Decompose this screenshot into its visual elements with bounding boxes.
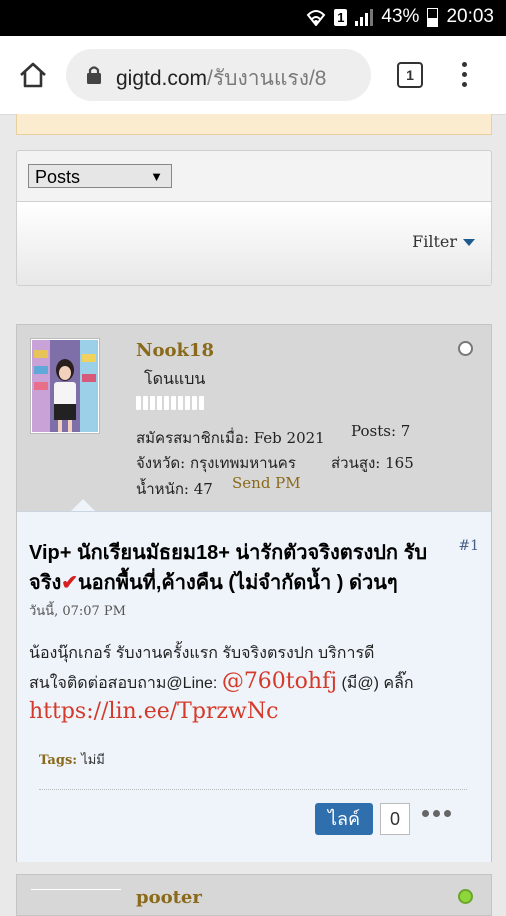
posts-select[interactable]: Posts ▼ xyxy=(28,164,172,188)
lock-icon xyxy=(86,65,102,90)
message-line: https://lin.ee/TprzwNc xyxy=(29,698,479,728)
clock: 20:03 xyxy=(446,6,494,27)
username[interactable]: pooter xyxy=(136,887,202,908)
status-icons: 1 43% 20:03 xyxy=(306,6,494,28)
posts-select-value: Posts xyxy=(35,167,81,187)
like-count: 0 xyxy=(380,803,410,835)
tabs-icon[interactable]: 1 xyxy=(397,62,423,88)
divider xyxy=(39,789,467,790)
filter-panel: Posts ▼ Filter xyxy=(16,150,492,286)
wifi-icon xyxy=(306,8,326,26)
browser-toolbar: gigtd.com/รับงานแรง/8 1 xyxy=(0,36,506,115)
reputation-bar xyxy=(136,396,204,410)
post-date: วันนี้, 07:07 PM xyxy=(29,604,126,619)
send-pm-link[interactable]: Send PM xyxy=(232,474,301,492)
filter-button[interactable]: Filter xyxy=(412,232,475,251)
filter-arrow-icon xyxy=(463,239,475,246)
avatar[interactable] xyxy=(31,339,99,433)
joined-date: สมัครสมาชิกเมื่อ: Feb 2021 xyxy=(136,429,325,447)
line-id: @760tohfj xyxy=(221,669,338,694)
like-button[interactable]: ไลค์ xyxy=(315,803,373,835)
url-text: gigtd.com/รับงานแรง/8 xyxy=(116,62,326,95)
post-title: Vip+ นักเรียนมัธยม18+ น่ารักตัวจริงตรงปก… xyxy=(29,538,459,598)
battery-percent: 43% xyxy=(381,6,420,27)
check-icon: ✔ xyxy=(61,572,78,594)
user-title: โดนแบน xyxy=(144,371,206,388)
post-number[interactable]: #1 xyxy=(458,538,479,554)
menu-icon[interactable] xyxy=(460,62,468,90)
post-count: Posts: 7 xyxy=(351,422,411,440)
online-status-icon xyxy=(458,889,473,904)
message-line: น้องนุ๊กเกอร์ รับงานครั้งแรก รับจริงตรงป… xyxy=(29,645,375,662)
username[interactable]: Nook18 xyxy=(136,340,214,361)
post-message: น้องนุ๊กเกอร์ รับงานครั้งแรก รับจริงตรงป… xyxy=(29,640,479,728)
province: จังหวัด: กรุงเทพมหานคร xyxy=(136,454,296,472)
url-host: gigtd.com xyxy=(116,67,208,90)
post-title-text-2: นอกพื้นที่,ค้างคืน (ไม่จำกัดน้ำ ) ด่วนๆ xyxy=(78,572,398,594)
post: pooter xyxy=(16,874,492,916)
signal-icon xyxy=(355,8,374,26)
weight: น้ำหนัก: 47 xyxy=(136,480,213,498)
dropdown-arrow-icon: ▼ xyxy=(150,169,163,184)
home-icon[interactable] xyxy=(18,60,50,92)
battery-icon xyxy=(427,7,439,27)
post-body: Vip+ นักเรียนมัธยม18+ น่ารักตัวจริงตรงปก… xyxy=(17,511,491,862)
contact-suffix: (มี@) คลิ๊ก xyxy=(337,675,414,692)
post: Nook18 โดนแบน สมัครสมาชิกเมื่อ: Feb 2021… xyxy=(16,324,492,862)
filter-label: Filter xyxy=(412,232,457,251)
tags-value: ไม่มี xyxy=(77,753,105,768)
status-bar: 1 43% 20:03 xyxy=(0,0,506,36)
post-pointer xyxy=(71,499,95,511)
height: ส่วนสูง: 165 xyxy=(331,454,414,472)
sim-icon: 1 xyxy=(334,8,348,26)
tags-label: Tags: xyxy=(39,753,78,768)
line-url-link[interactable]: https://lin.ee/TprzwNc xyxy=(29,699,278,724)
notice-banner xyxy=(16,114,492,135)
more-options-icon[interactable] xyxy=(422,810,451,817)
message-line: สนใจติดต่อสอบถาม@Line: @760tohfj (มี@) ค… xyxy=(29,668,479,698)
offline-status-icon xyxy=(458,341,473,356)
address-bar[interactable]: gigtd.com/รับงานแรง/8 xyxy=(66,49,371,101)
url-path: /รับงานแรง/8 xyxy=(207,67,327,90)
tags: Tags: ไม่มี xyxy=(39,749,105,770)
contact-prefix: สนใจติดต่อสอบถาม@Line: xyxy=(29,675,222,692)
